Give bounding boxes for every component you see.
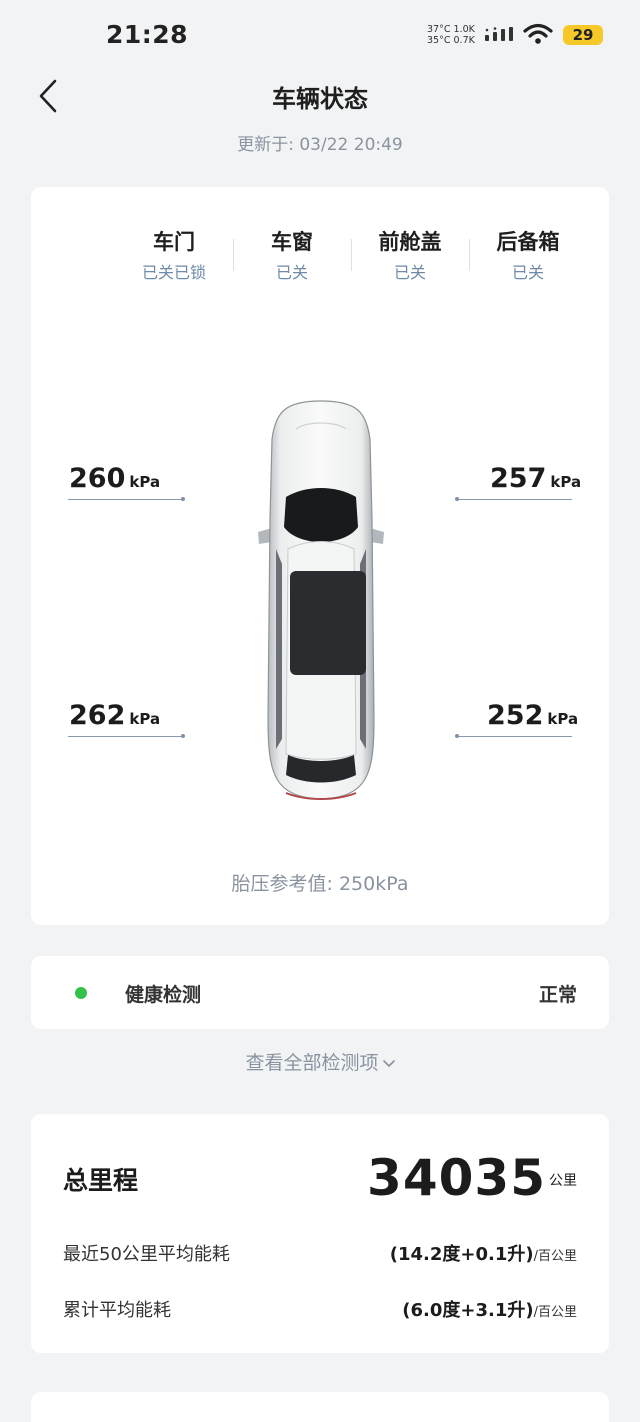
tire-front-left-value: 260 xyxy=(69,463,126,494)
total-energy-row: 累计平均能耗 (6.0度+3.1升)/百公里 xyxy=(63,1296,577,1322)
tire-rear-right: 252 kPa xyxy=(487,700,578,731)
speed-2: 0.7K xyxy=(453,35,475,46)
tire-rear-left-unit: kPa xyxy=(129,710,161,728)
tire-rear-left: 262 kPa xyxy=(69,700,160,731)
tire-front-left-line xyxy=(68,499,184,500)
tire-rear-right-unit: kPa xyxy=(547,710,579,728)
next-card xyxy=(31,1392,609,1422)
tire-front-right-unit: kPa xyxy=(550,473,582,491)
health-status-dot xyxy=(75,987,87,999)
total-energy-label: 累计平均能耗 xyxy=(63,1300,171,1321)
door-status: 车门 已关已锁 xyxy=(115,227,233,283)
tire-front-right-dot xyxy=(455,497,459,501)
tire-rear-right-dot xyxy=(455,734,459,738)
hood-title: 前舱盖 xyxy=(378,230,442,254)
battery-indicator: 29 xyxy=(563,25,603,45)
recent-energy-row: 最近50公里平均能耗 (14.2度+0.1升)/百公里 xyxy=(63,1240,577,1266)
view-all-checks-label: 查看全部检测项 xyxy=(245,1052,379,1074)
tire-pressure-reference: 胎压参考值: 250kPa xyxy=(231,873,409,895)
mileage-card: 总里程 34035 公里 最近50公里平均能耗 (14.2度+0.1升)/百公里… xyxy=(31,1114,609,1353)
door-title: 车门 xyxy=(153,230,195,254)
view-all-checks-button[interactable]: 查看全部检测项 xyxy=(0,1048,640,1075)
status-time: 21:28 xyxy=(106,20,189,49)
car-top-view-image xyxy=(258,400,384,800)
trunk-title: 后备箱 xyxy=(496,230,560,254)
health-check-label: 健康检测 xyxy=(125,984,202,1006)
open-status-row: 车门 已关已锁 车窗 已关 前舱盖 已关 后备箱 已关 xyxy=(115,227,587,283)
tire-front-right: 257 kPa xyxy=(490,463,581,494)
total-energy-value: (6.0度+3.1升) xyxy=(402,1300,534,1321)
temp-2: 35°C xyxy=(427,35,451,46)
recent-energy-unit: /百公里 xyxy=(533,1249,577,1264)
total-mileage-value: 34035 xyxy=(367,1149,546,1207)
total-mileage: 34035 公里 xyxy=(367,1150,577,1206)
recent-energy-label: 最近50公里平均能耗 xyxy=(63,1244,230,1265)
status-temps: 37°C 1.0K 35°C 0.7K xyxy=(427,24,475,46)
health-check-status: 正常 xyxy=(538,984,577,1006)
tire-front-right-value: 257 xyxy=(490,463,547,494)
hood-status: 前舱盖 已关 xyxy=(351,227,469,283)
tire-rear-left-value: 262 xyxy=(69,700,126,731)
vehicle-status-card: 车门 已关已锁 车窗 已关 前舱盖 已关 后备箱 已关 260 kPa 257 … xyxy=(31,187,609,925)
update-time: 更新于: 03/22 20:49 xyxy=(237,135,403,155)
trunk-status: 后备箱 已关 xyxy=(469,227,587,283)
hood-value: 已关 xyxy=(393,263,426,282)
window-title: 车窗 xyxy=(271,230,313,254)
total-mileage-label: 总里程 xyxy=(63,1166,139,1195)
tire-front-left: 260 kPa xyxy=(69,463,160,494)
speed-1: 1.0K xyxy=(453,24,475,35)
total-energy: (6.0度+3.1升)/百公里 xyxy=(402,1296,577,1322)
tire-rear-left-dot xyxy=(181,734,185,738)
trunk-value: 已关 xyxy=(511,263,544,282)
status-bar: 21:28 37°C 1.0K 35°C 0.7K 29 xyxy=(0,0,640,70)
health-check-row[interactable]: 健康检测 正常 xyxy=(31,956,609,1029)
recent-energy: (14.2度+0.1升)/百公里 xyxy=(390,1240,577,1266)
total-energy-unit: /百公里 xyxy=(533,1305,577,1320)
tire-rear-left-line xyxy=(68,736,184,737)
total-mileage-unit: 公里 xyxy=(549,1173,577,1189)
signal-icon xyxy=(485,27,513,41)
window-value: 已关 xyxy=(275,263,308,282)
tire-rear-right-line xyxy=(456,736,572,737)
page-title: 车辆状态 xyxy=(272,85,368,113)
tire-front-right-line xyxy=(456,499,572,500)
tire-front-left-dot xyxy=(181,497,185,501)
recent-energy-value: (14.2度+0.1升) xyxy=(389,1244,534,1265)
temp-1: 37°C xyxy=(427,24,451,35)
tire-rear-right-value: 252 xyxy=(487,700,544,731)
chevron-down-icon xyxy=(382,1059,395,1067)
window-status: 车窗 已关 xyxy=(233,227,351,283)
door-value: 已关已锁 xyxy=(141,263,206,282)
wifi-icon xyxy=(523,23,553,44)
tire-front-left-unit: kPa xyxy=(129,473,161,491)
